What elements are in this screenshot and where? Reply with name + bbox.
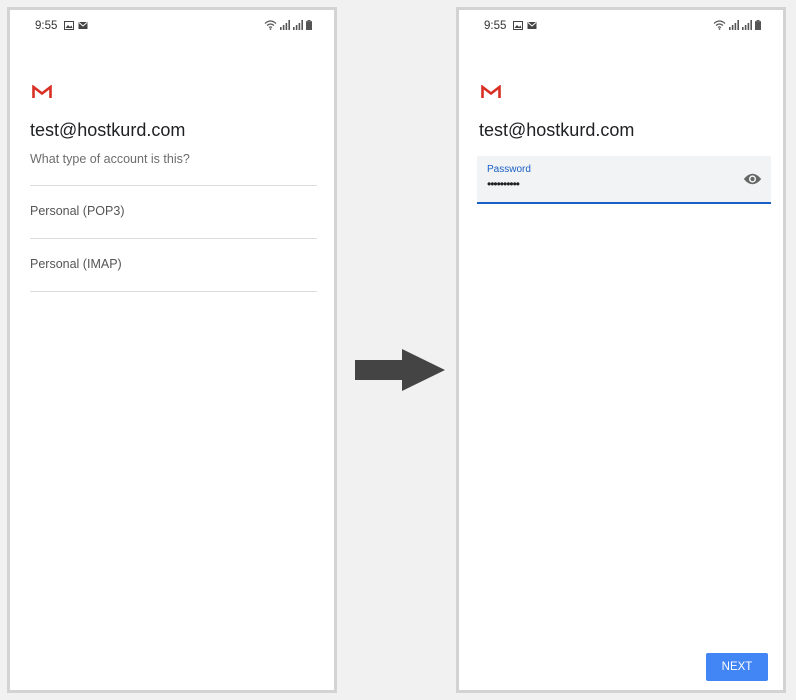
battery-icon xyxy=(306,20,312,30)
mail-notification-icon xyxy=(527,22,537,29)
signal-icon xyxy=(742,20,752,30)
option-imap[interactable]: Personal (IMAP) xyxy=(30,244,317,284)
image-notification-icon xyxy=(513,21,523,30)
signal-icon xyxy=(280,20,290,30)
divider xyxy=(30,185,317,186)
account-email: test@hostkurd.com xyxy=(479,120,635,140)
wifi-icon xyxy=(264,20,277,30)
password-input[interactable]: •••••••••• xyxy=(487,177,520,191)
image-notification-icon xyxy=(64,21,74,30)
right-arrow-icon xyxy=(355,349,445,391)
status-time: 9:55 xyxy=(484,20,507,32)
gmail-logo-icon xyxy=(32,85,52,98)
account-type-question: What type of account is this? xyxy=(30,152,190,166)
account-email: test@hostkurd.com xyxy=(30,120,186,140)
next-button[interactable]: NEXT xyxy=(706,653,768,681)
notification-icons xyxy=(64,21,88,30)
signal-icon xyxy=(293,20,303,30)
signal-icon xyxy=(729,20,739,30)
account-type-screen: 9:55 test@hostkurd.com What type of acco… xyxy=(7,7,337,693)
notification-icons xyxy=(513,21,537,30)
status-time: 9:55 xyxy=(35,20,58,32)
system-icons xyxy=(264,20,312,30)
mail-notification-icon xyxy=(78,22,88,29)
gmail-logo-icon xyxy=(481,85,501,98)
password-screen: 9:55 test@hostkurd.com Password ••••••••… xyxy=(456,7,786,693)
divider xyxy=(30,238,317,239)
password-label: Password xyxy=(487,164,531,175)
eye-icon[interactable] xyxy=(743,172,762,186)
wifi-icon xyxy=(713,20,726,30)
option-pop3[interactable]: Personal (POP3) xyxy=(30,191,317,231)
status-bar: 9:55 xyxy=(459,10,783,40)
system-icons xyxy=(713,20,761,30)
battery-icon xyxy=(755,20,761,30)
status-bar: 9:55 xyxy=(10,10,334,40)
password-field[interactable]: Password •••••••••• xyxy=(477,156,771,204)
divider xyxy=(30,291,317,292)
